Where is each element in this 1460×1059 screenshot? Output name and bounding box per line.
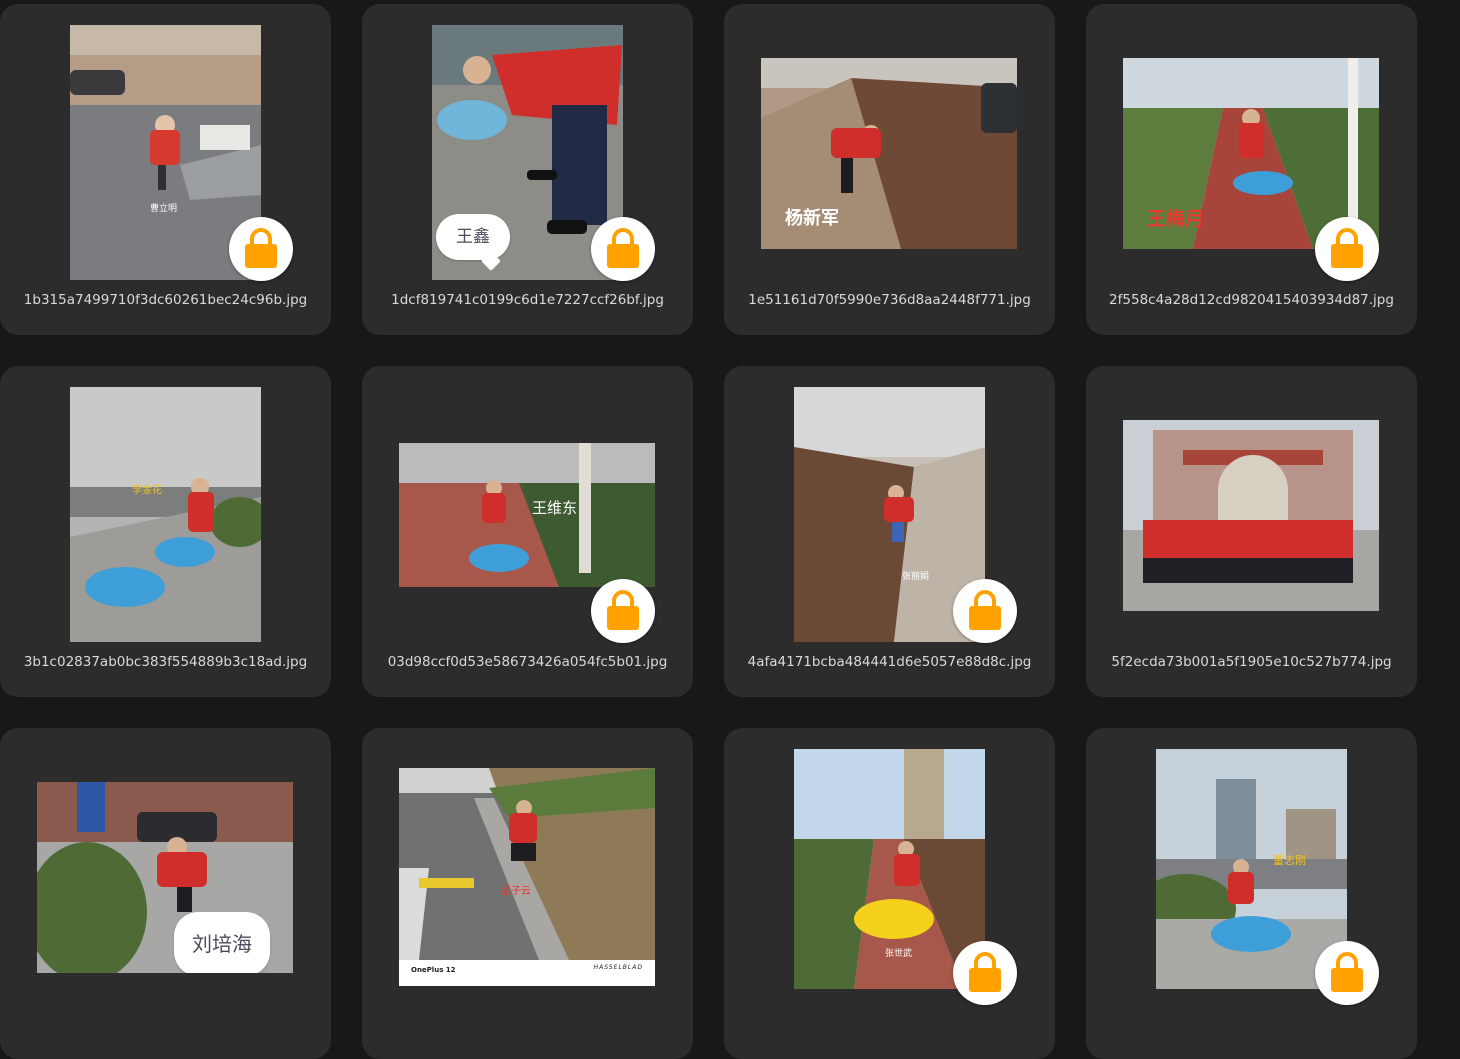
file-card[interactable]: 张丽娟 4afa4171bcba484441d6e5057e88d8c.jpg [724,366,1055,697]
image-thumbnail[interactable]: 杨新军 [761,58,1017,249]
photo-name-bubble: 刘培海 [174,912,270,973]
file-card[interactable]: 孟子云 OnePlus 12 HASSELBLAD [362,728,693,1059]
lock-icon [245,228,277,268]
lock-button[interactable] [229,217,293,281]
file-name[interactable]: 2f558c4a28d12cd9820415403934d87.jpg [1086,292,1417,308]
file-grid: 曹立明 1b315a7499710f3dc60261bec24c96b.jpg … [0,0,1460,1059]
photo-sidewalk-hedge [761,58,1017,249]
lock-icon [1331,952,1363,992]
file-name[interactable]: 1dcf819741c0199c6d1e7227ccf26bf.jpg [362,292,693,308]
lock-button[interactable] [591,217,655,281]
file-card[interactable]: 张世武 [724,728,1055,1059]
lock-icon [969,590,1001,630]
file-name[interactable]: 4afa4171bcba484441d6e5057e88d8c.jpg [724,654,1055,670]
lock-button[interactable] [1315,217,1379,281]
lock-icon [607,228,639,268]
file-card[interactable]: 王梅月 2f558c4a28d12cd9820415403934d87.jpg [1086,4,1417,335]
lock-icon [1331,228,1363,268]
file-card[interactable]: 王维东 03d98ccf0d53e58673426a054fc5b01.jpg [362,366,693,697]
image-thumbnail[interactable]: 孟子云 OnePlus 12 HASSELBLAD [399,768,655,986]
image-thumbnail[interactable]: 王维东 [399,443,655,587]
image-thumbnail[interactable] [1123,420,1379,611]
file-name[interactable]: 1b315a7499710f3dc60261bec24c96b.jpg [0,292,331,308]
file-card[interactable]: 董志刚 [1086,728,1417,1059]
lock-button[interactable] [1315,941,1379,1005]
photo-name-bubble: 王鑫 [436,214,510,260]
file-card[interactable]: 王鑫 1dcf819741c0199c6d1e7227ccf26bf.jpg [362,4,693,335]
photo-blue-scooter [1156,749,1347,989]
file-card[interactable]: 李金花 3b1c02837ab0bc383f554889b3c18ad.jpg [0,366,331,697]
file-name[interactable]: 03d98ccf0d53e58673426a054fc5b01.jpg [362,654,693,670]
file-card[interactable]: 杨新军 1e51161d70f5990e736d8aa2448f771.jpg [724,4,1055,335]
camera-brand-text: HASSELBLAD [593,964,643,971]
photo-brick-path [399,443,655,587]
image-thumbnail[interactable]: 张世武 [794,749,985,989]
photo-curb-cleaning [399,768,655,986]
file-card[interactable]: 5f2ecda73b001a5f1905e10c527b774.jpg [1086,366,1417,697]
lock-icon [607,590,639,630]
photo-scooters [70,387,261,642]
camera-model-text: OnePlus 12 [411,966,456,974]
image-thumbnail[interactable]: 刘培海 [37,782,293,973]
lock-button[interactable] [953,941,1017,1005]
file-card[interactable]: 刘培海 [0,728,331,1059]
file-name[interactable]: 5f2ecda73b001a5f1905e10c527b774.jpg [1086,654,1417,670]
file-name[interactable]: 3b1c02837ab0bc383f554889b3c18ad.jpg [0,654,331,670]
image-thumbnail[interactable]: 董志刚 [1156,749,1347,989]
image-thumbnail[interactable]: 李金花 [70,387,261,642]
lock-button[interactable] [953,579,1017,643]
lock-button[interactable] [591,579,655,643]
camera-watermark-strip: OnePlus 12 HASSELBLAD [399,960,655,986]
photo-group-gate [1123,420,1379,611]
file-name[interactable]: 1e51161d70f5990e736d8aa2448f771.jpg [724,292,1055,308]
file-card[interactable]: 曹立明 1b315a7499710f3dc60261bec24c96b.jpg [0,4,331,335]
lock-icon [969,952,1001,992]
photo-yellow-scooter [794,749,985,989]
